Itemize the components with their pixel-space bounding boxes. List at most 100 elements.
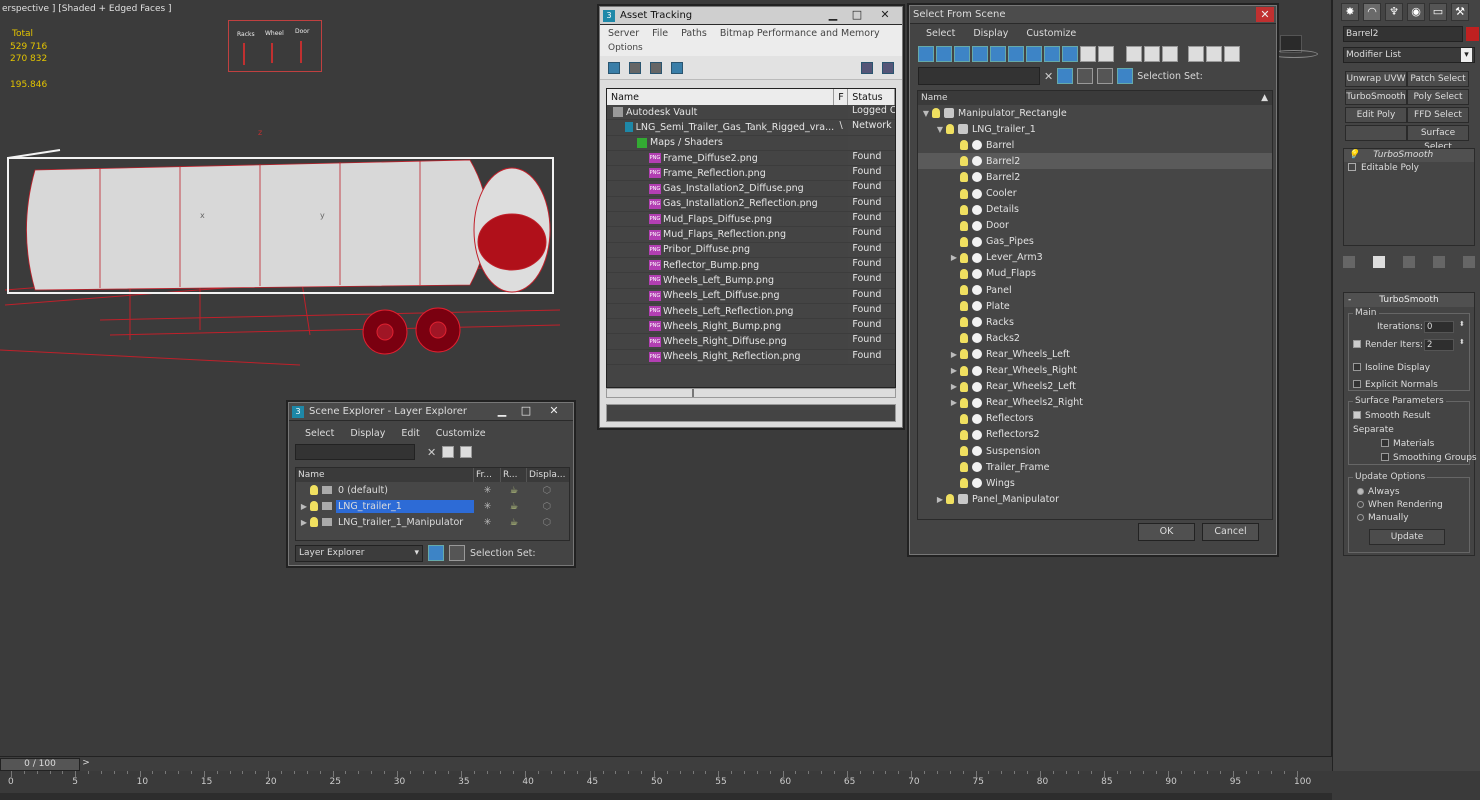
scene-tree-item[interactable]: Barrel2 [918, 153, 1272, 170]
scene-tree-item[interactable]: ▶ Panel_Manipulator [918, 491, 1272, 507]
viewport-label[interactable]: erspective ] [Shaded + Edged Faces ] [2, 4, 172, 14]
modify-tab-icon[interactable]: ◠ [1363, 3, 1381, 21]
display-helpers-icon[interactable] [990, 46, 1006, 62]
refresh-icon[interactable] [608, 61, 620, 74]
visibility-bulb-icon[interactable] [960, 236, 968, 247]
scene-tree-item[interactable]: Panel [918, 282, 1272, 298]
freeze-icon[interactable]: ✳ [474, 517, 501, 528]
manually-radio[interactable]: Manually [1357, 513, 1409, 523]
column-header-display[interactable]: Displa... [527, 468, 567, 482]
asset-row[interactable]: PNG Mud_Flaps_Reflection.png Found [607, 227, 895, 243]
asset-row[interactable]: PNG Frame_Diffuse2.png Found [607, 150, 895, 167]
minimize-icon[interactable]: ▁ [820, 7, 846, 23]
smooth-result-checkbox[interactable]: Smooth Result [1353, 411, 1430, 421]
edit-poly-button[interactable]: Edit Poly [1345, 107, 1407, 123]
add-to-layer-icon[interactable] [460, 446, 473, 458]
menu-select[interactable]: Select [926, 28, 955, 39]
asset-row[interactable]: PNG Frame_Reflection.png Found [607, 166, 895, 182]
light-bulb-icon[interactable]: 💡 [1348, 150, 1359, 160]
find-case-icon[interactable] [1057, 68, 1074, 84]
turbosmooth-button[interactable]: TurboSmooth [1345, 89, 1407, 105]
modifier-stack[interactable]: 💡 TurboSmooth Editable Poly [1343, 148, 1475, 246]
menu-file[interactable]: File [652, 28, 668, 39]
scene-tree-item[interactable]: Door [918, 218, 1272, 234]
scene-explorer-window[interactable]: 3 Scene Explorer - Layer Explorer ▁ □ ✕ … [288, 402, 574, 566]
empty-modifier-button[interactable] [1345, 125, 1407, 141]
scene-tree-item[interactable]: ▶ Rear_Wheels_Left [918, 346, 1272, 362]
iterations-spinner[interactable]: 0 [1424, 321, 1454, 333]
show-end-result-icon[interactable] [1373, 256, 1385, 268]
expand-toggle-icon[interactable]: ▶ [298, 518, 310, 527]
create-tab-icon[interactable]: ✸ [1341, 3, 1359, 21]
manipulator-panel[interactable]: Racks Wheel Door [228, 20, 322, 72]
asset-row[interactable]: PNG Wheels_Right_Diffuse.png Found [607, 334, 895, 350]
display-groups-icon[interactable] [1026, 46, 1042, 62]
hierarchy-tab-icon[interactable]: ♆ [1385, 3, 1403, 21]
asset-tracking-window[interactable]: 3 Asset Tracking ▁ □ ✕ Server File Paths… [599, 6, 903, 428]
render-teapot-icon[interactable]: ☕ [501, 485, 527, 496]
visibility-bulb-icon[interactable] [960, 172, 968, 183]
track-bar-scroll[interactable] [0, 793, 1332, 800]
isoline-display-checkbox[interactable]: Isoline Display [1353, 363, 1430, 373]
poly-select-button[interactable]: Poly Select [1407, 89, 1469, 105]
scene-tree-item[interactable]: Wings [918, 475, 1272, 491]
unwrap-uvw-button[interactable]: Unwrap UVW [1345, 71, 1407, 87]
stack-item-editable-poly[interactable]: Editable Poly [1344, 162, 1474, 175]
layer-row[interactable]: 0 (default) ✳ ☕ ⬡ [296, 482, 569, 498]
configure-modifier-sets-icon[interactable] [1463, 256, 1475, 268]
visibility-bulb-icon[interactable] [960, 188, 968, 199]
clear-search-icon[interactable]: ✕ [1044, 70, 1053, 83]
time-slider-track[interactable]: 0 / 100 > [0, 756, 1332, 771]
list-view-icon[interactable] [629, 61, 641, 74]
scene-tree-item[interactable]: Racks [918, 314, 1272, 330]
visibility-bulb-icon[interactable] [960, 365, 968, 376]
menu-paths[interactable]: Paths [681, 28, 707, 39]
utilities-tab-icon[interactable]: ⚒ [1451, 3, 1469, 21]
manipulator-slider-wheel[interactable] [271, 43, 273, 63]
ffd-select-button[interactable]: FFD Select [1407, 107, 1469, 123]
render-teapot-icon[interactable]: ☕ [501, 517, 527, 528]
freeze-icon[interactable]: ✳ [474, 501, 501, 512]
display-box-icon[interactable]: ⬡ [527, 517, 567, 528]
hierarchy-icon[interactable] [1224, 46, 1240, 62]
ok-button[interactable]: OK [1138, 523, 1195, 541]
new-layer-icon[interactable] [442, 446, 455, 458]
spinner-arrows-icon[interactable]: ⬍ [1459, 320, 1465, 328]
pin-stack-icon[interactable] [1343, 256, 1355, 268]
turbosmooth-rollout-header[interactable]: - TurboSmooth [1344, 293, 1474, 307]
display-box-icon[interactable]: ⬡ [527, 485, 567, 496]
visibility-bulb-icon[interactable] [932, 108, 940, 119]
asset-list[interactable]: Name F Status Autodesk Vault Logged O LNG_… [606, 88, 896, 388]
visibility-bulb-icon[interactable] [960, 252, 968, 263]
expand-toggle-icon[interactable]: ▶ [948, 398, 960, 407]
visibility-bulb-icon[interactable] [946, 494, 954, 505]
surface-select-button[interactable]: Surface Select [1407, 125, 1469, 152]
filter-options-icon[interactable] [1206, 46, 1222, 62]
visibility-bulb-icon[interactable] [960, 317, 968, 328]
expand-toggle-icon[interactable]: ▶ [948, 350, 960, 359]
scene-tree-item[interactable]: ▼ Manipulator_Rectangle [918, 105, 1272, 121]
visibility-bulb-icon[interactable] [310, 517, 318, 527]
expand-toggle-icon[interactable]: ▶ [948, 366, 960, 375]
menu-server[interactable]: Server [608, 28, 639, 39]
render-iters-spinner[interactable]: 2 [1424, 339, 1454, 351]
menu-edit[interactable]: Edit [401, 428, 419, 439]
maximize-icon[interactable]: □ [844, 7, 870, 23]
scene-tree-item[interactable]: Reflectors [918, 411, 1272, 427]
hierarchy-icon[interactable] [449, 545, 465, 561]
visibility-bulb-icon[interactable] [960, 446, 968, 457]
visibility-bulb-icon[interactable] [960, 381, 968, 392]
search-input[interactable] [918, 67, 1040, 85]
menu-options[interactable]: Options [608, 43, 643, 53]
scene-tree-item[interactable]: ▶ Rear_Wheels_Right [918, 363, 1272, 379]
asset-path-field[interactable] [606, 404, 896, 422]
visibility-bulb-icon[interactable] [960, 429, 968, 440]
layer-tree[interactable]: Name Fr... R... Displa... 0 (default) ✳ ☕ ⬡… [295, 467, 570, 541]
asset-row[interactable]: PNG Wheels_Right_Reflection.png Found [607, 349, 895, 366]
modifier-list-dropdown[interactable]: Modifier List ▾ [1343, 47, 1475, 63]
visibility-bulb-icon[interactable] [960, 156, 968, 167]
render-teapot-icon[interactable]: ☕ [501, 501, 527, 512]
display-box-icon[interactable]: ⬡ [527, 501, 567, 512]
motion-tab-icon[interactable]: ◉ [1407, 3, 1425, 21]
display-shapes-icon[interactable] [936, 46, 952, 62]
